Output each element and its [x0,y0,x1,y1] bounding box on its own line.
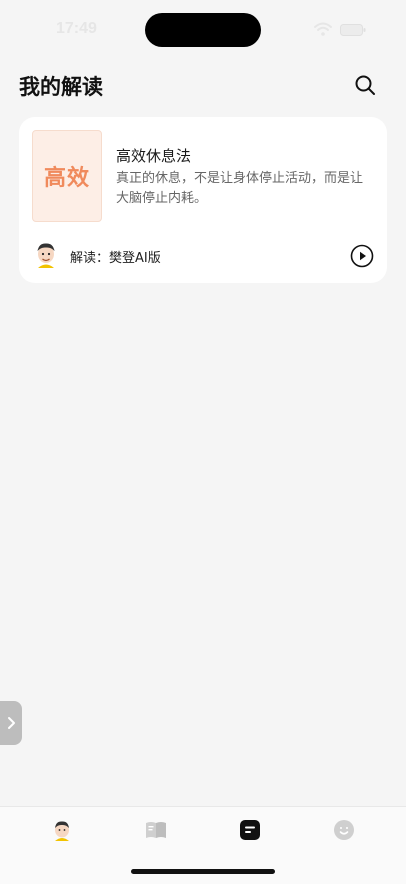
battery-icon [340,24,366,36]
tab-books[interactable] [145,819,167,841]
book-description: 真正的休息，不是让身体停止活动，而是让大脑停止内耗。 [116,171,364,206]
dynamic-island [145,13,261,47]
tab-profile[interactable] [333,819,355,841]
side-expand-tab[interactable] [0,701,22,745]
avatar-icon [55,821,69,841]
chevron-right-icon [8,717,15,729]
search-button[interactable] [352,72,378,98]
play-icon [350,244,374,268]
home-indicator [131,869,275,874]
book-card[interactable]: 高效 高效休息法 真正的休息，不是让身体停止活动，而是让大脑停止内耗。 解读：樊… [19,117,387,283]
book-title[interactable]: 高效休息法 [116,145,191,166]
search-icon [355,75,375,95]
smile-icon [334,820,354,840]
tab-avatar[interactable] [51,819,73,841]
page-title: 我的解读 [19,75,103,99]
status-time: 17:49 [56,20,97,37]
play-button[interactable] [350,244,374,268]
author-avatar-icon [37,243,55,268]
notes-icon [240,820,260,840]
author-line: 解读：樊登AI版 [70,251,161,266]
cover-text: 高效 [43,166,90,191]
wifi-icon [314,22,332,36]
tab-notes[interactable] [239,819,261,841]
book-icon [146,822,166,838]
header: 我的解读 [0,66,406,106]
book-cover[interactable]: 高效 [32,130,102,222]
status-bar: 17:49 [0,0,406,56]
